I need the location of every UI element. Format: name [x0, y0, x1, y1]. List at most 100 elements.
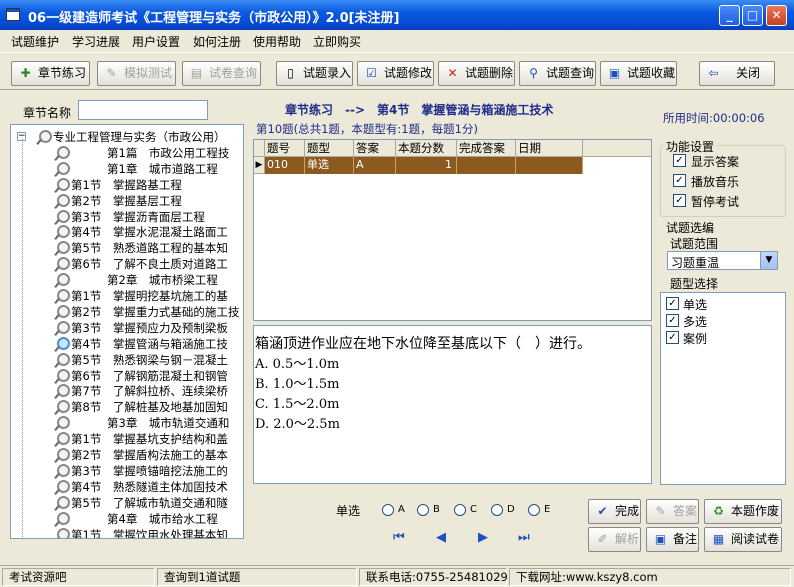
magnifier-icon: [53, 447, 70, 463]
tree-node-label: 第2节 掌握基层工程: [71, 193, 182, 208]
close-window-button[interactable]: ✕: [766, 5, 787, 26]
tree-node[interactable]: 第5节 熟悉钢梁与钢－混凝土: [11, 352, 243, 368]
menu-question-maintenance[interactable]: 试题维护: [11, 33, 59, 50]
choice-a-radio[interactable]: [382, 504, 394, 516]
magnifier-icon: [53, 240, 70, 256]
tree-node[interactable]: 第8节 了解桩基及地基加固知: [11, 399, 243, 415]
tree-node-label: 第3节 掌握预应力及预制梁板: [71, 320, 228, 335]
breadcrumb: 章节练习 --> 第4节 掌握管涵与箱涵施工技术: [285, 103, 554, 117]
tree-node[interactable]: 第1节 掌握路基工程: [11, 177, 243, 193]
show-answer-checkbox[interactable]: ✓: [673, 154, 686, 167]
grid-header-date[interactable]: 日期: [516, 140, 583, 157]
pause-exam-checkbox[interactable]: ✓: [673, 194, 686, 207]
type-multi-checkbox[interactable]: ✓: [666, 314, 679, 327]
type-list[interactable]: ✓ 单选 ✓ 多选 ✓ 案例: [660, 292, 786, 485]
question-favorite-button[interactable]: ▣ 试题收藏: [600, 61, 677, 86]
chapter-name-input[interactable]: [78, 100, 208, 120]
void-question-button[interactable]: ♻ 本题作废: [704, 499, 782, 524]
tree-node[interactable]: 第6节 了解钢筋混凝土和钢管: [11, 368, 243, 384]
tree-node[interactable]: 第5节 了解城市轨道交通和隧: [11, 495, 243, 511]
choice-e-radio[interactable]: [528, 504, 540, 516]
menu-learning-progress[interactable]: 学习进展: [72, 33, 120, 50]
review-paper-button[interactable]: ▦ 阅读试卷: [704, 527, 782, 552]
tree-node[interactable]: 第2节 掌握重力式基础的施工技: [11, 304, 243, 320]
grid-header-completed[interactable]: 完成答案: [457, 140, 516, 157]
complete-button[interactable]: ✔ 完成: [588, 499, 641, 524]
tree-node[interactable]: 第7节 了解斜拉桥、连续梁桥: [11, 383, 243, 399]
question-summary: 第10题(总共1题，本题型有:1题，每题1分): [256, 122, 478, 136]
choice-d-radio[interactable]: [491, 504, 503, 516]
menu-user-settings[interactable]: 用户设置: [132, 33, 180, 50]
tree-node-label: 第3节 掌握沥青面层工程: [71, 209, 205, 224]
tree-node[interactable]: 第1节 掌握饮用水处理基本知: [11, 527, 243, 538]
type-case-checkbox[interactable]: ✓: [666, 331, 679, 344]
maximize-button[interactable]: □: [742, 5, 763, 26]
table-row[interactable]: ▶ 010 单选 A 1: [254, 157, 651, 174]
question-query-button[interactable]: ⚲ 试题查询: [519, 61, 596, 86]
tree-node-label: 第2节 掌握重力式基础的施工技: [71, 304, 240, 319]
tree-node[interactable]: 第1节 掌握明挖基坑施工的基: [11, 288, 243, 304]
question-grid[interactable]: 题号 题型 答案 本题分数 完成答案 日期 ▶ 010 单选 A 1: [253, 139, 652, 321]
tree-node[interactable]: 第1节 掌握基坑支护结构和盖: [11, 431, 243, 447]
magnifier-icon: [53, 256, 70, 272]
tree-node[interactable]: 第4节 熟悉隧道主体加固技术: [11, 479, 243, 495]
grid-header-answer[interactable]: 答案: [354, 140, 396, 157]
choice-b-label: B: [433, 504, 440, 515]
note-button[interactable]: ▣ 备注: [646, 527, 699, 552]
question-text-area[interactable]: 箱涵顶进作业应在地下水位降至基底以下（ ）进行。 A. 0.5～1.0m B. …: [253, 325, 652, 484]
magnifier-icon: [35, 129, 52, 145]
question-delete-button[interactable]: ✕ 试题删除: [438, 61, 515, 86]
grid-header-number[interactable]: 题号: [265, 140, 305, 157]
chevron-down-icon[interactable]: ▼: [760, 252, 777, 269]
tree-node[interactable]: 第4节 掌握水泥混凝土路面工: [11, 224, 243, 240]
grid-header-score[interactable]: 本题分数: [396, 140, 457, 157]
range-value: 习题重温: [671, 256, 720, 270]
answer-panel: 单选 A B C D E ⏮ ◀ ▶ ⏭ ✔ 完成 ✎ 答案 ♻ 本题作废 ✐ 解析 ▣…: [250, 489, 794, 561]
tree-node[interactable]: 第2节 掌握盾构法施工的基本: [11, 447, 243, 463]
tree-node[interactable]: 第3章 城市轨道交通和: [11, 415, 243, 431]
chapter-practice-button[interactable]: ✚ 章节练习: [11, 61, 90, 86]
analysis-button[interactable]: ✐ 解析: [588, 527, 641, 552]
pause-exam-label: 暂停考试: [691, 195, 740, 209]
tree-node[interactable]: 第4章 城市给水工程: [11, 511, 243, 527]
mock-test-button[interactable]: ✎ 模拟测试: [97, 61, 176, 86]
last-question-icon[interactable]: ⏭: [518, 530, 530, 545]
type-single-checkbox[interactable]: ✓: [666, 297, 679, 310]
chapter-tree[interactable]: − 专业工程管理与实务（市政公用） 第1篇 市政公用工程技 第1章 城市道路工程 第1节…: [10, 124, 244, 539]
answer-button[interactable]: ✎ 答案: [646, 499, 699, 524]
tree-node[interactable]: 第3节 掌握预应力及预制梁板: [11, 320, 243, 336]
tree-node[interactable]: 第5节 熟悉道路工程的基本知: [11, 240, 243, 256]
menu-how-to-register[interactable]: 如何注册: [193, 33, 241, 50]
previous-question-icon[interactable]: ◀: [436, 530, 446, 545]
status-bar: 考试资源吧 查询到1道试题 联系电话:0755-25481029 下载网址:ww…: [0, 565, 794, 587]
paper-query-button[interactable]: ▤ 试卷查询: [182, 61, 261, 86]
question-entry-button[interactable]: ▯ 试题录入: [276, 61, 353, 86]
tree-node[interactable]: 第3节 掌握沥青面层工程: [11, 209, 243, 225]
tree-node[interactable]: 第3节 掌握喷锚暗挖法施工的: [11, 463, 243, 479]
tree-node[interactable]: 第2节 掌握基层工程: [11, 193, 243, 209]
grid-header-type[interactable]: 题型: [305, 140, 354, 157]
first-question-icon[interactable]: ⏮: [393, 530, 405, 545]
magnifier-icon: [53, 479, 70, 495]
tree-node-label: 第4节 掌握管涵与箱涵施工技: [71, 336, 228, 351]
tree-node-label: 第5节 熟悉道路工程的基本知: [71, 241, 228, 256]
play-music-checkbox[interactable]: ✓: [673, 174, 686, 187]
tree-node[interactable]: 第6节 了解不良土质对道路工: [11, 256, 243, 272]
tree-node[interactable]: 第1章 城市道路工程: [11, 161, 243, 177]
question-modify-button[interactable]: ☑ 试题修改: [357, 61, 434, 86]
choice-c-radio[interactable]: [454, 504, 466, 516]
range-select[interactable]: 习题重温 ▼: [667, 251, 778, 270]
menu-buy-now[interactable]: 立即购买: [313, 33, 361, 50]
tree-node[interactable]: 第2章 城市桥梁工程: [11, 272, 243, 288]
choice-b-radio[interactable]: [417, 504, 429, 516]
grid-header-indicator: [254, 140, 265, 157]
status-download: 下载网址:www.kszy8.com: [509, 568, 791, 586]
minimize-button[interactable]: _: [719, 5, 740, 26]
menu-help[interactable]: 使用帮助: [253, 33, 301, 50]
tree-node[interactable]: 第1篇 市政公用工程技: [11, 145, 243, 161]
tree-node[interactable]: 第4节 掌握管涵与箱涵施工技: [11, 336, 243, 352]
tree-node-label: 第3节 掌握喷锚暗挖法施工的: [71, 463, 228, 478]
tree-node[interactable]: − 专业工程管理与实务（市政公用）: [11, 129, 243, 145]
next-question-icon[interactable]: ▶: [478, 530, 488, 545]
close-button[interactable]: ⇦ 关闭: [699, 61, 775, 86]
